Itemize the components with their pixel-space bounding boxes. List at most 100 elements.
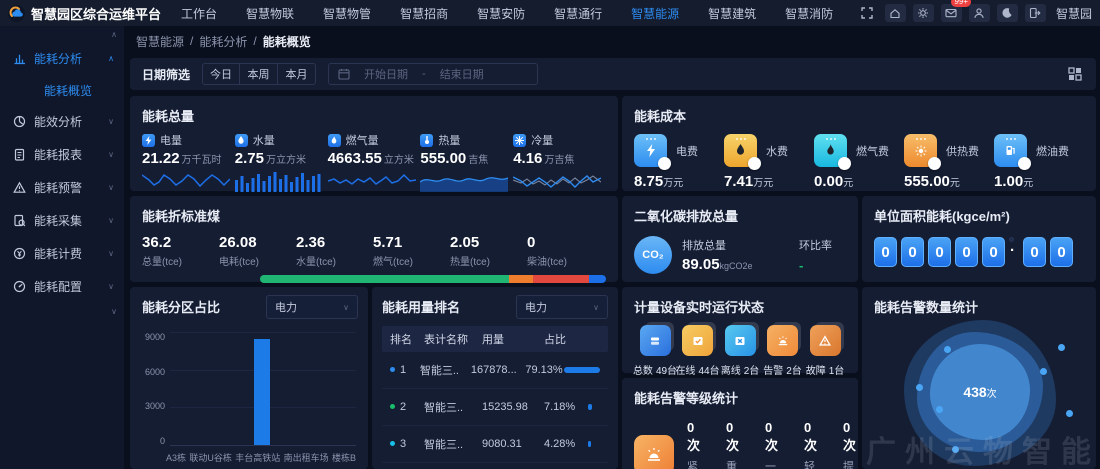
coal-metrics: 36.2总量(tce) 26.08电耗(tce) 2.36水量(tce) 5.7… [142, 234, 606, 268]
layout-grid-icon[interactable] [1068, 67, 1082, 81]
digit-box: 0 [955, 237, 978, 267]
alarm-count: 0次 [687, 420, 700, 454]
cost-label: 燃油费 [1036, 143, 1069, 159]
device-label: 在线 [675, 362, 695, 377]
gridline [170, 332, 356, 333]
rank-dot [390, 367, 395, 372]
scatter-dot [944, 346, 951, 353]
sidebar-subitem-energy-overview[interactable]: 能耗概览 [0, 75, 124, 105]
dark-mode-moon-icon[interactable] [997, 4, 1018, 22]
menu-item-workbench[interactable]: 工作台 [181, 5, 217, 22]
sidebar-item-energy-collection[interactable]: 能耗采集 ∨ [0, 204, 124, 237]
device-label: 故障 [806, 362, 826, 377]
menu-item-fire[interactable]: 智慧消防 [785, 5, 833, 22]
logout-icon[interactable] [1025, 4, 1046, 22]
menu-item-leasing[interactable]: 智慧招商 [400, 5, 448, 22]
breadcrumb-item[interactable]: 智慧能源 [136, 33, 184, 50]
user-profile-icon[interactable] [969, 4, 990, 22]
chevron-down-icon: ∨ [108, 249, 114, 258]
sidebar-scroll-down-icon[interactable]: ∨ [111, 308, 117, 316]
dashboard-rows: 能耗总量 电量 21.22万千瓦时 水量 2.75万立方米 [130, 96, 1100, 469]
menu-item-building[interactable]: 智慧建筑 [708, 5, 756, 22]
co2-ratio: 环比率 - [799, 237, 832, 273]
messages-mail-icon[interactable]: 99+ [941, 4, 962, 22]
y-tick: 9000 [145, 332, 165, 342]
device-value: 1台 [829, 362, 845, 377]
fee-badge-icon [658, 157, 671, 170]
menu-item-energy[interactable]: 智慧能源 [631, 5, 679, 22]
menu-item-property[interactable]: 智慧物管 [323, 5, 371, 22]
user-name[interactable]: 智慧园 [1056, 5, 1092, 22]
zone-bar-chart: 9000 6000 3000 0 [142, 332, 356, 446]
ranking-energy-type-select[interactable]: 电力 ∨ [516, 295, 608, 319]
sidebar-item-energy-analysis[interactable]: 能耗分析 ∧ [0, 42, 124, 75]
electricity-icon [142, 134, 155, 147]
this-month-button[interactable]: 本月 [278, 63, 316, 85]
header-pct: 占比 [544, 331, 588, 347]
device-offline-icon [725, 325, 756, 356]
heat-sparkline [420, 168, 508, 192]
chevron-down-icon: ∨ [593, 303, 599, 312]
cost-unit: 元 [843, 178, 853, 189]
logo-icon [8, 5, 25, 22]
co2-label: 排放总量 [682, 237, 753, 253]
sidebar-item-energy-billing[interactable]: 能耗计费 ∨ [0, 237, 124, 270]
x-label: 楼栋B [332, 451, 356, 464]
sidebar-item-energy-warning[interactable]: 能耗预警 ∨ [0, 171, 124, 204]
alarm-hint: 0次提示 [843, 420, 856, 469]
select-value: 电力 [275, 299, 297, 315]
gauge-config-icon [13, 280, 27, 293]
sidebar-item-energy-config[interactable]: 能耗配置 ∨ [0, 270, 124, 303]
menu-item-iot[interactable]: 智慧物联 [246, 5, 294, 22]
sidebar: ∧ 能耗分析 ∧ 能耗概览 能效分析 ∨ 能耗报表 ∨ 能耗预警 ∨ [0, 26, 124, 469]
main-content: 智慧能源 / 能耗分析 / 能耗概览 日期筛选 今日 本周 本月 开始日期 - … [124, 26, 1100, 469]
metric-unit: 万吉焦 [544, 155, 574, 166]
sidebar-item-efficiency-analysis[interactable]: 能效分析 ∨ [0, 105, 124, 138]
app-root: 智慧园区综合运维平台 工作台 智慧物联 智慧物管 智慧招商 智慧安防 智慧通行 … [0, 0, 1100, 469]
table-row[interactable]: 3 智能三.. 9080.31 4.28% [382, 426, 608, 463]
fullscreen-icon[interactable] [857, 4, 878, 22]
pct-value: 79.13% [525, 364, 564, 376]
sidebar-item-label: 能耗分析 [34, 50, 82, 67]
table-row[interactable]: 2 智能三.. 15235.98 7.18% [382, 389, 608, 426]
this-week-button[interactable]: 本周 [240, 63, 278, 85]
cost-unit: 元 [950, 178, 960, 189]
zone-energy-type-select[interactable]: 电力 ∨ [266, 295, 358, 319]
device-fault-icon [810, 325, 841, 356]
cost-value: 555.00 [904, 173, 950, 190]
today-button[interactable]: 今日 [202, 63, 240, 85]
y-tick: 3000 [145, 401, 165, 411]
table-row[interactable]: 1 智能三.. 167878... 79.13% [382, 352, 608, 389]
card-title: 计量设备实时运行状态 [634, 297, 846, 316]
pct-bar [588, 404, 592, 410]
bar-fengtai-station[interactable] [254, 339, 270, 445]
digit-box: 0 [928, 237, 951, 267]
cost-value: 1.00 [994, 173, 1023, 190]
table-header: 排名 表计名称 用量 占比 [382, 326, 608, 352]
date-range-input[interactable]: 开始日期 - 结束日期 [328, 63, 538, 85]
breadcrumb-item[interactable]: 能耗分析 [199, 33, 247, 50]
device-total: 总数49台 [634, 325, 676, 377]
cost-label: 供热费 [946, 143, 979, 159]
settings-gear-icon[interactable] [913, 4, 934, 22]
x-label: 南出租车场 [284, 451, 329, 464]
menu-item-access[interactable]: 智慧通行 [554, 5, 602, 22]
alarm-important: 0次重要 [726, 420, 739, 469]
alarm-count-bubble-chart: 438次 [874, 318, 1084, 466]
usage-value: 9080.31 [482, 438, 544, 450]
menu-item-security[interactable]: 智慧安防 [477, 5, 525, 22]
card-title: 二氧化碳排放总量 [634, 206, 846, 225]
table-row[interactable]: 4 智能三.. 8194.75 3.86% [382, 463, 608, 469]
alarm-level-items: 0次紧急 0次重要 0次一般 0次轻微 0次提示 [634, 420, 846, 469]
alarm-label: 重要 [726, 458, 739, 469]
heating-fee-icon [904, 134, 937, 167]
device-alarm: 告警2台 [762, 325, 804, 377]
standard-coal-card: 能耗折标准煤 36.2总量(tce) 26.08电耗(tce) 2.36水量(t… [130, 196, 618, 282]
device-status-items: 总数49台 在线44台 离线2台 [634, 325, 846, 377]
home-icon[interactable] [885, 4, 906, 22]
device-online-icon [682, 325, 713, 356]
sidebar-scroll-up-icon[interactable]: ∧ [111, 31, 117, 39]
alarm-label: 轻微 [804, 458, 817, 469]
energy-cost-metrics: 电费 8.75万元 水费 7.41万元 [634, 134, 1084, 190]
sidebar-item-energy-report[interactable]: 能耗报表 ∨ [0, 138, 124, 171]
